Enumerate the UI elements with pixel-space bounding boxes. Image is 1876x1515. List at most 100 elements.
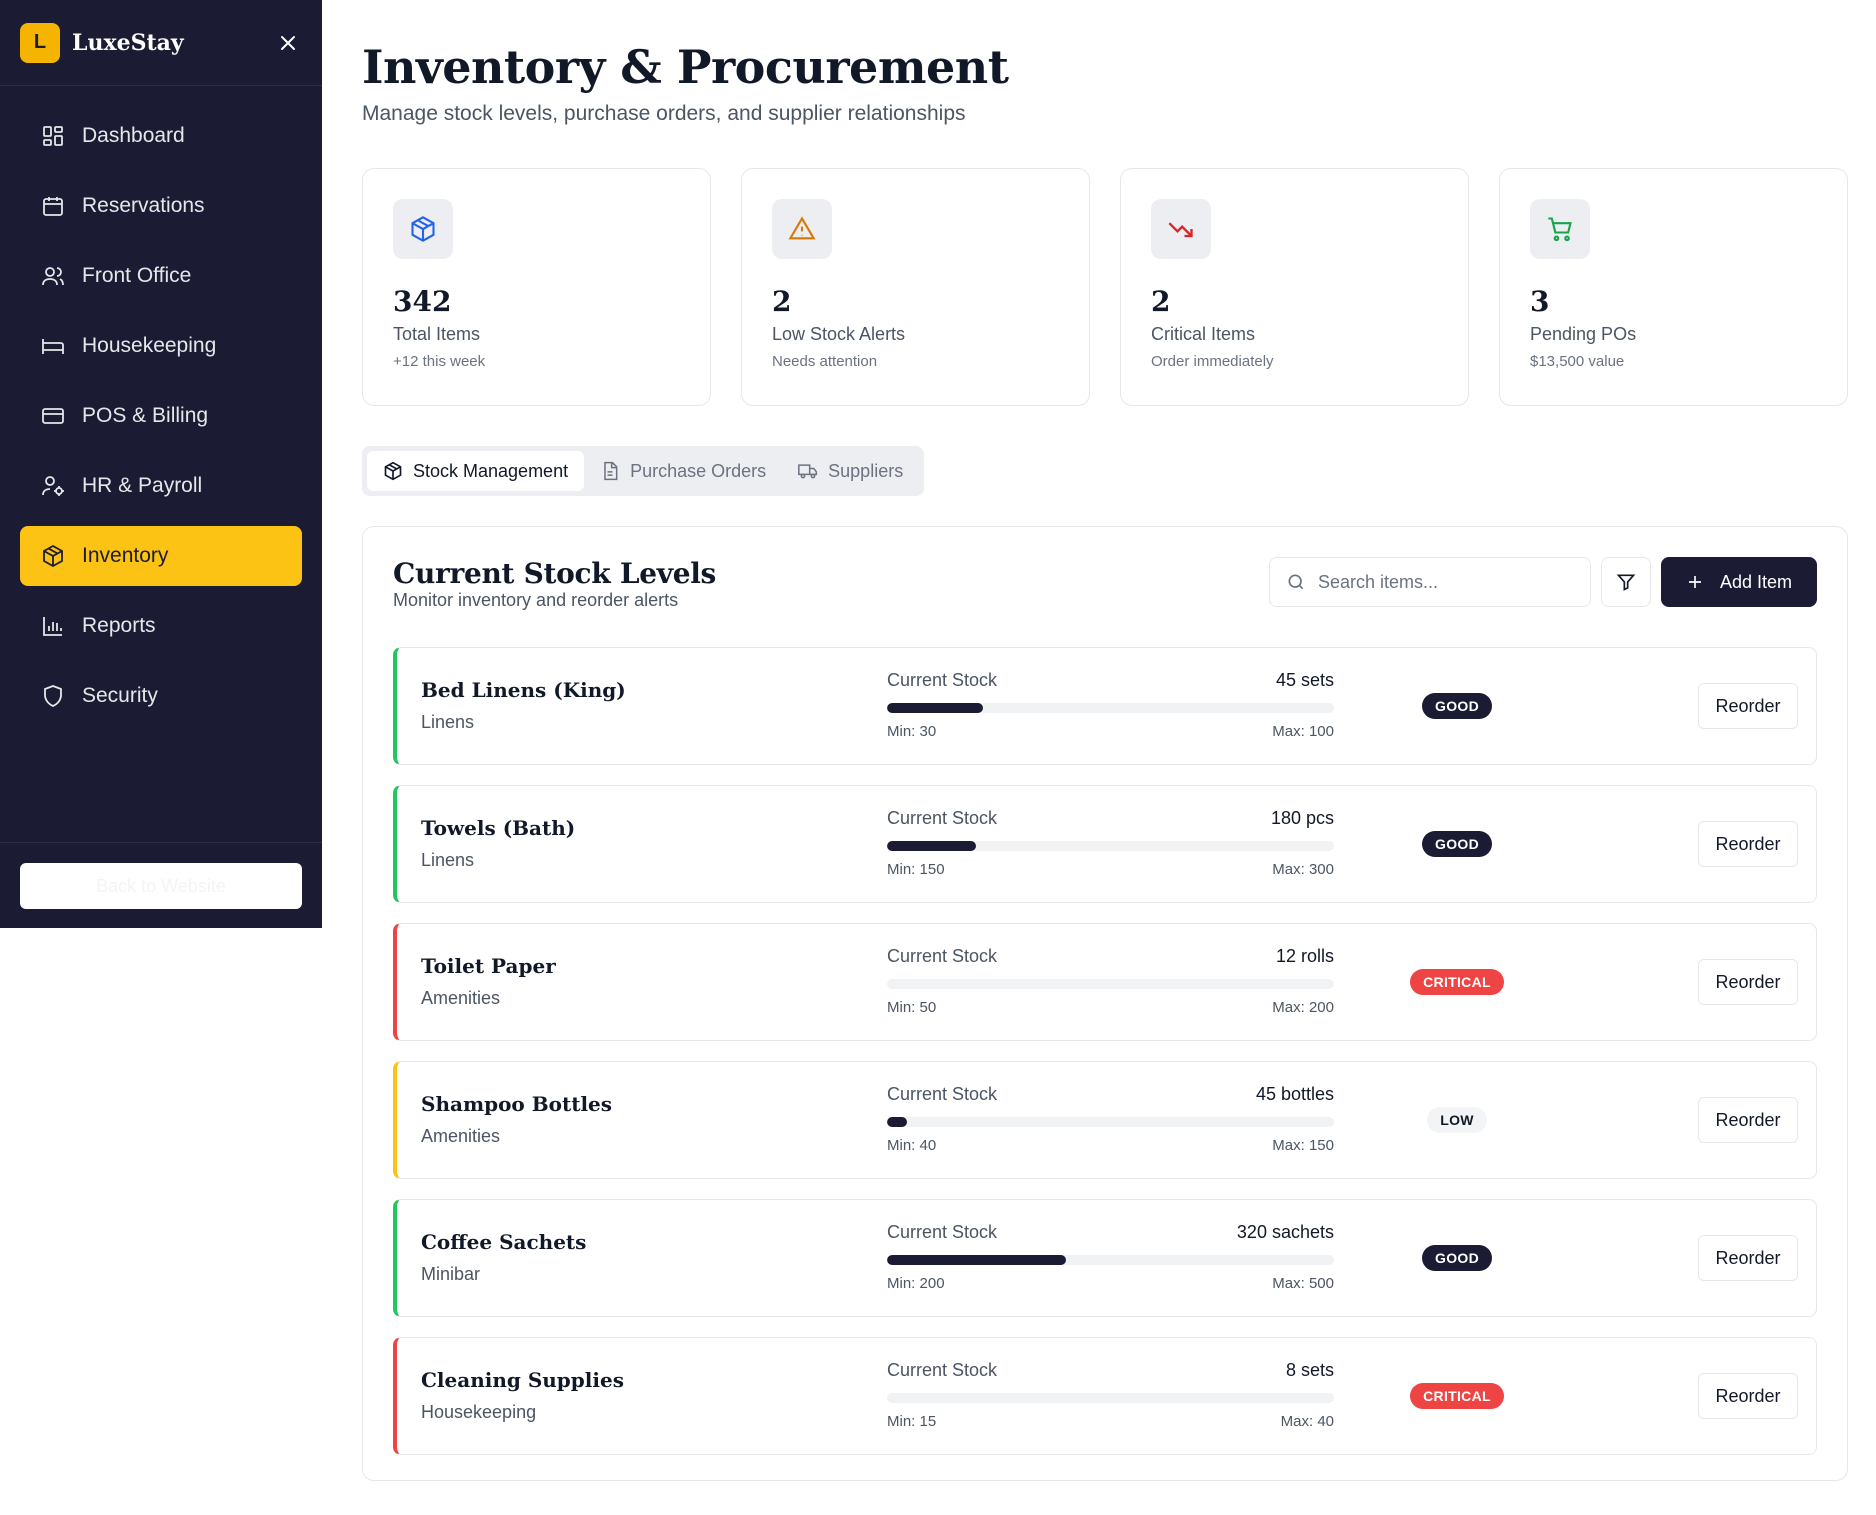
filter-button[interactable] [1601, 557, 1651, 607]
file-icon [600, 461, 620, 481]
stat-label: Pending POs [1530, 324, 1637, 344]
stock-quantity: 320 sachets [1236, 1222, 1334, 1242]
package-icon [40, 543, 66, 569]
stock-list: Bed Linens (King) Linens Current Stock 45… [393, 647, 1817, 1455]
status-badge: GOOD [1422, 693, 1492, 719]
bed-icon [40, 333, 66, 359]
reorder-button[interactable]: Reorder [1698, 959, 1798, 1005]
tab-stock-management[interactable]: Stock Management [367, 451, 585, 491]
sidebar-item-reports[interactable]: Reports [20, 596, 302, 656]
item-name: Towels (Bath) [421, 816, 576, 840]
item-category: Amenities [421, 988, 501, 1008]
status-badge: CRITICAL [1410, 969, 1504, 995]
reorder-button[interactable]: Reorder [1698, 683, 1798, 729]
tab-bar: Stock Management Purchase Orders Supplie… [362, 446, 925, 496]
stat-card-total-items: 342 Total Items +12 this week [362, 168, 711, 406]
item-name: Cleaning Supplies [421, 1368, 624, 1392]
sidebar-item-housekeeping[interactable]: Housekeeping [20, 316, 302, 376]
reorder-button[interactable]: Reorder [1698, 1373, 1798, 1419]
sidebar-item-security[interactable]: Security [20, 666, 302, 726]
sidebar-item-hr-payroll[interactable]: HR & Payroll [20, 456, 302, 516]
stock-progress-fill [887, 1117, 908, 1127]
stock-label: Current Stock [887, 1084, 998, 1104]
reorder-button[interactable]: Reorder [1698, 1235, 1798, 1281]
sidebar-item-pos-billing[interactable]: POS & Billing [20, 386, 302, 446]
search-input[interactable] [1318, 571, 1568, 593]
item-category: Linens [421, 712, 475, 732]
page-subtitle: Manage stock levels, purchase orders, an… [362, 102, 966, 125]
brand-logo: L [20, 22, 60, 63]
stat-note: $13,500 value [1530, 353, 1625, 370]
shield-icon [40, 683, 66, 709]
stat-note: +12 this week [393, 353, 486, 370]
stock-meter: Current Stock 12 rolls Min: 50 Max: 200 [887, 946, 1334, 1016]
item-category: Amenities [421, 1126, 501, 1146]
sidebar-item-front-office[interactable]: Front Office [20, 246, 302, 306]
stock-progress-fill [887, 703, 983, 713]
stock-label: Current Stock [887, 1222, 998, 1242]
close-sidebar-button[interactable] [274, 29, 302, 57]
back-to-website-button[interactable]: Back to Website [20, 863, 302, 909]
sidebar: L LuxeStay Dashboard Reservations Front … [0, 0, 322, 928]
stock-quantity: 180 pcs [1270, 808, 1334, 828]
sidebar-item-reservations[interactable]: Reservations [20, 176, 302, 236]
panel-title: Current Stock Levels [393, 557, 717, 590]
stock-quantity: 8 sets [1285, 1360, 1334, 1380]
stock-meter: Current Stock 45 sets Min: 30 Max: 100 [887, 670, 1334, 740]
list-item: Toilet Paper Amenities Current Stock 12 r… [393, 923, 1817, 1041]
stat-label: Low Stock Alerts [772, 324, 906, 344]
page-title: Inventory & Procurement [362, 40, 1009, 94]
tab-label: Purchase Orders [630, 460, 767, 481]
stock-min: Min: 40 [887, 1137, 937, 1154]
list-item: Towels (Bath) Linens Current Stock 180 pc… [393, 785, 1817, 903]
reorder-button[interactable]: Reorder [1698, 1097, 1798, 1143]
reorder-button[interactable]: Reorder [1698, 821, 1798, 867]
tab-label: Stock Management [413, 460, 569, 481]
tab-suppliers[interactable]: Suppliers [782, 451, 919, 491]
package-icon [383, 461, 403, 481]
stock-progress-fill [887, 1255, 1066, 1265]
stock-min: Min: 15 [887, 1413, 937, 1430]
stock-quantity: 45 bottles [1255, 1084, 1334, 1104]
tab-purchase-orders[interactable]: Purchase Orders [584, 451, 782, 491]
stock-label: Current Stock [887, 946, 998, 966]
panel-actions: Add Item [1269, 557, 1817, 607]
add-item-button[interactable]: Add Item [1661, 557, 1817, 607]
add-item-label: Add Item [1719, 571, 1793, 592]
sidebar-item-dashboard[interactable]: Dashboard [20, 106, 302, 166]
stat-note: Order immediately [1151, 353, 1274, 370]
list-item: Bed Linens (King) Linens Current Stock 45… [393, 647, 1817, 765]
list-item: Coffee Sachets Minibar Current Stock 320 … [393, 1199, 1817, 1317]
panel-header: Current Stock Levels Monitor inventory a… [393, 557, 1817, 627]
list-item: Shampoo Bottles Amenities Current Stock 4… [393, 1061, 1817, 1179]
stock-min: Min: 30 [887, 723, 937, 740]
close-icon [281, 35, 295, 50]
sidebar-item-label: HR & Payroll [82, 474, 203, 497]
sidebar-item-label: Housekeeping [82, 334, 217, 357]
stock-max: Max: 100 [1272, 723, 1334, 740]
item-info: Towels (Bath) Linens [421, 816, 575, 871]
item-info: Shampoo Bottles Amenities [421, 1092, 612, 1147]
stat-label: Total Items [393, 324, 481, 344]
trending-down-icon [1151, 199, 1211, 259]
package-icon [393, 199, 453, 259]
stock-min: Min: 200 [887, 1275, 945, 1292]
sidebar-footer: Back to Website [0, 842, 322, 928]
stat-value: 3 [1530, 285, 1550, 318]
stat-label: Critical Items [1151, 324, 1256, 344]
status-badge: CRITICAL [1410, 1383, 1504, 1409]
stock-max: Max: 200 [1272, 999, 1334, 1016]
stock-progress-bar [887, 979, 1334, 989]
stock-quantity: 12 rolls [1275, 946, 1334, 966]
sidebar-item-label: Security [82, 684, 158, 707]
stock-label: Current Stock [887, 808, 998, 828]
sidebar-nav: Dashboard Reservations Front Office Hous… [0, 86, 322, 726]
alert-triangle-icon [772, 199, 832, 259]
item-name: Shampoo Bottles [421, 1092, 613, 1116]
sidebar-item-inventory[interactable]: Inventory [20, 526, 302, 586]
stat-note: Needs attention [772, 353, 878, 370]
stock-progress-bar [887, 841, 1334, 851]
stock-meter: Current Stock 180 pcs Min: 150 Max: 300 [887, 808, 1334, 878]
status-badge: LOW [1427, 1107, 1487, 1133]
users-icon [40, 263, 66, 289]
